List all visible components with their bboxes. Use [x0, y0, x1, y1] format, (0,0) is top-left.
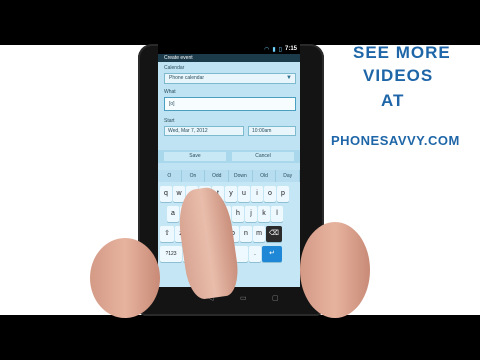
status-time: 7:15: [284, 46, 297, 52]
keyboard-row-1: q w e r t y u i o p: [160, 186, 289, 202]
promo-line-2: VIDEOS: [363, 66, 434, 85]
battery-icon: ▯: [278, 46, 282, 53]
key[interactable]: j: [245, 206, 257, 222]
menu-icon[interactable]: ▢: [272, 294, 279, 302]
promo-line-1: SEE MORE: [353, 43, 451, 62]
what-label: What: [164, 89, 176, 95]
key[interactable]: a: [167, 206, 179, 222]
key[interactable]: u: [238, 186, 250, 202]
calendar-label: Calendar: [164, 65, 185, 71]
period-key[interactable]: .: [249, 246, 261, 262]
suggestion-item[interactable]: On: [182, 170, 206, 182]
calendar-select-value: Phone calendar: [169, 75, 205, 81]
start-time-field[interactable]: 10:00am: [248, 126, 296, 136]
action-row: Save Cancel: [158, 150, 300, 163]
what-input[interactable]: [o]: [164, 97, 296, 111]
key[interactable]: p: [277, 186, 289, 202]
suggestion-item[interactable]: Old: [253, 170, 277, 182]
symbols-key[interactable]: ?123: [160, 246, 182, 262]
suggestion-item[interactable]: Down: [229, 170, 253, 182]
suggestion-item[interactable]: Day: [276, 170, 300, 182]
hand-right: [300, 222, 370, 318]
app-title: Create event: [158, 54, 300, 62]
key[interactable]: l: [271, 206, 283, 222]
save-button[interactable]: Save: [164, 152, 226, 161]
start-date-field[interactable]: Wed, Mar 7, 2012: [164, 126, 244, 136]
key[interactable]: i: [251, 186, 263, 202]
cancel-button[interactable]: Cancel: [232, 152, 294, 161]
letterbox-bottom: [0, 315, 480, 360]
home-icon[interactable]: ▭: [240, 294, 247, 302]
key[interactable]: q: [160, 186, 172, 202]
key[interactable]: y: [225, 186, 237, 202]
wifi-icon: ◠: [264, 46, 270, 53]
suggestion-item[interactable]: O: [158, 170, 182, 182]
key[interactable]: m: [253, 226, 265, 242]
key[interactable]: h: [232, 206, 244, 222]
promo-website: PHONESAVVY.COM: [331, 133, 460, 148]
promo-line-3: AT: [381, 91, 405, 110]
calendar-select[interactable]: Phone calendar ▼: [164, 73, 296, 84]
hand-left: [90, 238, 160, 318]
suggestion-item[interactable]: Odd: [205, 170, 230, 182]
chevron-down-icon: ▼: [286, 75, 292, 81]
enter-key[interactable]: ↵: [262, 246, 282, 262]
start-label: Start: [164, 118, 175, 124]
key[interactable]: o: [264, 186, 276, 202]
status-bar: ◠ ▮ ▯ 7:15: [158, 44, 300, 54]
delete-key[interactable]: ⌫: [266, 226, 282, 242]
letterbox-top: [0, 0, 480, 45]
signal-icon: ▮: [272, 46, 276, 53]
key[interactable]: k: [258, 206, 270, 222]
suggestion-bar: O On Odd Down Old Day: [158, 170, 300, 182]
key[interactable]: n: [240, 226, 252, 242]
shift-key[interactable]: ⇧: [160, 226, 174, 242]
